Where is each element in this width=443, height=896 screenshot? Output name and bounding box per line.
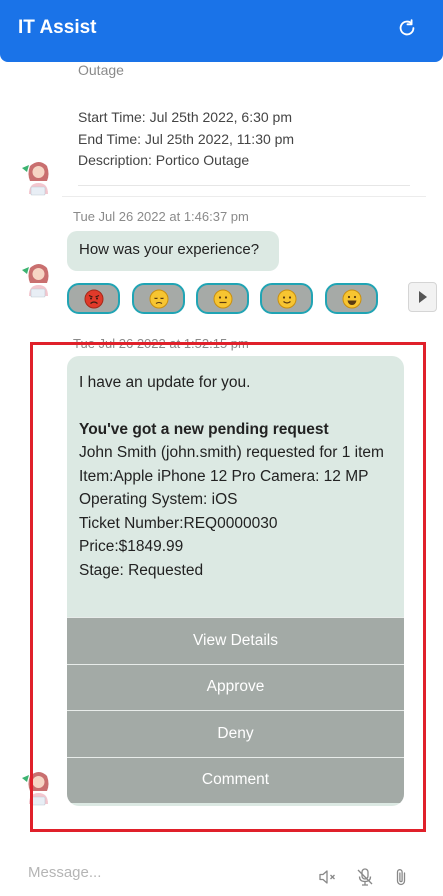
bot-avatar	[22, 162, 49, 196]
app-title: IT Assist	[18, 17, 97, 38]
attachment-icon[interactable]	[391, 867, 411, 887]
rating-very-bad-button[interactable]	[67, 283, 120, 314]
rating-neutral-button[interactable]	[196, 283, 249, 314]
bot-avatar	[22, 264, 49, 298]
refresh-icon[interactable]	[396, 17, 418, 39]
message-input[interactable]	[28, 864, 288, 881]
speaker-mute-icon[interactable]	[318, 867, 338, 887]
outage-title: Outage	[78, 62, 124, 78]
outage-start-time: Start Time: Jul 25th 2022, 6:30 pm	[78, 109, 293, 125]
message-timestamp: Tue Jul 26 2022 at 1:46:37 pm	[73, 209, 249, 224]
microphone-off-icon[interactable]	[355, 867, 375, 887]
neutral-face-icon	[213, 289, 232, 308]
app-header: IT Assist	[0, 0, 443, 62]
highlight-box	[30, 342, 426, 832]
divider	[78, 185, 410, 186]
chevron-right-icon	[418, 291, 427, 303]
divider	[62, 196, 426, 197]
outage-end-time: End Time: Jul 25th 2022, 11:30 pm	[78, 130, 295, 147]
sad-face-icon	[149, 289, 168, 308]
outage-details: Start Time: Jul 25th 2022, 6:30 pm End T…	[78, 107, 294, 172]
rating-bad-button[interactable]	[132, 283, 185, 314]
rating-good-button[interactable]	[260, 283, 313, 314]
feedback-question-bubble: How was your experience?	[67, 231, 279, 271]
rating-very-good-button[interactable]	[325, 283, 378, 314]
message-composer	[0, 850, 443, 896]
angry-face-icon	[84, 289, 103, 308]
outage-description: Description: Portico Outage	[78, 152, 250, 168]
smile-face-icon	[277, 289, 296, 308]
grin-face-icon	[342, 289, 361, 308]
next-arrow-button[interactable]	[408, 282, 437, 312]
